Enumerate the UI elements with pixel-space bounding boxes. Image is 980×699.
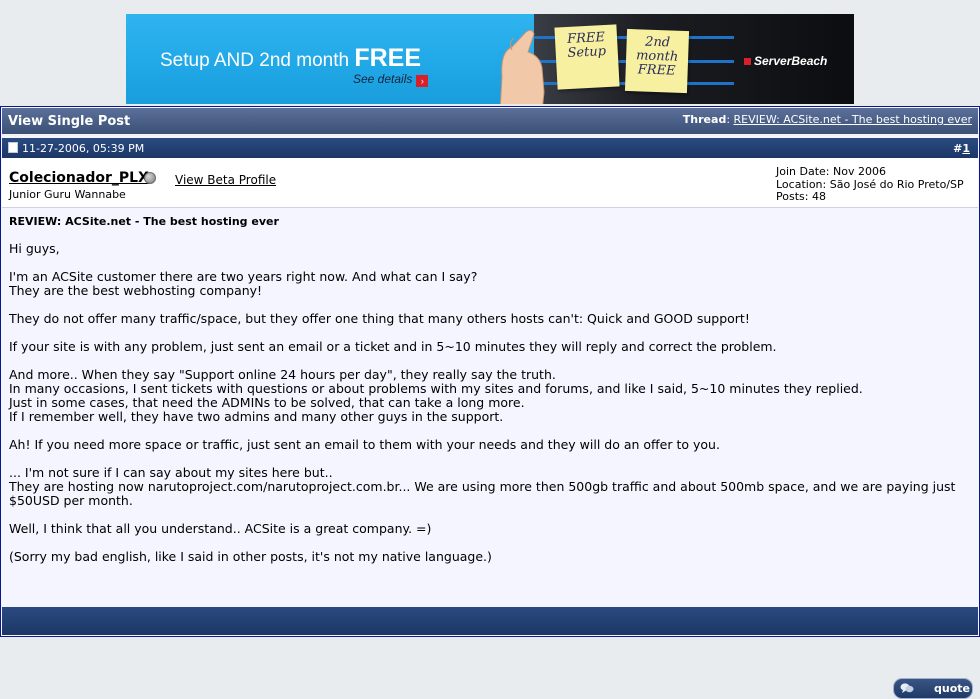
post-count: Posts: 48 bbox=[776, 190, 826, 203]
banner-free-text: FREE bbox=[354, 44, 422, 72]
serverbeach-mark-icon bbox=[744, 58, 751, 65]
quote-label: quote bbox=[934, 682, 970, 695]
user-meta: Join Date: Nov 2006 Location: São José d… bbox=[776, 165, 964, 204]
post-permalink[interactable]: 1 bbox=[962, 142, 970, 155]
post-icon bbox=[8, 142, 18, 153]
message-line: They are the best webhosting company! bbox=[9, 283, 263, 298]
banner-headline: Setup AND 2nd month FREE bbox=[160, 44, 422, 72]
message-paragraph: Hi guys, bbox=[9, 242, 973, 256]
single-post-table: View Single Post Thread: REVIEW: ACSite.… bbox=[0, 106, 980, 699]
message-paragraph: If your site is with any problem, just s… bbox=[9, 340, 973, 354]
message-line: If your site is with any problem, just s… bbox=[9, 339, 777, 354]
user-title: Junior Guru Wannabe bbox=[9, 188, 126, 201]
message-line: (Sorry my bad english, like I said in ot… bbox=[9, 549, 492, 564]
post-title: REVIEW: ACSite.net - The best hosting ev… bbox=[9, 215, 279, 228]
message-line: Just in some cases, that need the ADMINs… bbox=[9, 395, 525, 410]
post-date: 11-27-2006, 05:39 PM bbox=[8, 142, 144, 155]
message-line: They do not offer many traffic/space, bu… bbox=[9, 311, 750, 326]
message-line: I'm an ACSite customer there are two yea… bbox=[9, 269, 478, 284]
quote-button[interactable]: quote bbox=[893, 678, 973, 699]
message-line: Ah! If you need more space or traffic, j… bbox=[9, 437, 720, 452]
banner-see-details-link[interactable]: See details › bbox=[353, 72, 429, 87]
message-line: Hi guys, bbox=[9, 241, 60, 256]
post-date-bar: 11-27-2006, 05:39 PM #1 bbox=[2, 138, 978, 158]
sticky-note-free-setup: FREE Setup bbox=[554, 24, 620, 90]
hand-image bbox=[499, 29, 545, 104]
message-paragraph: (Sorry my bad english, like I said in ot… bbox=[9, 550, 973, 564]
message-line: And more.. When they say "Support online… bbox=[9, 367, 556, 382]
offline-status-icon bbox=[144, 172, 156, 184]
user-info: Colecionador_PLX Junior Guru Wannabe Vie… bbox=[2, 158, 978, 208]
message-line: They are hosting now narutoproject.com/n… bbox=[9, 479, 956, 494]
ad-banner[interactable]: Setup AND 2nd month FREE See details › FR… bbox=[126, 14, 854, 104]
message-paragraph: They do not offer many traffic/space, bu… bbox=[9, 312, 973, 326]
serverbeach-logo: ServerBeach bbox=[744, 54, 827, 68]
message-paragraph: Well, I think that all you understand.. … bbox=[9, 522, 973, 536]
message-paragraph: And more.. When they say "Support online… bbox=[9, 368, 973, 424]
message-line: $50USD per month. bbox=[9, 493, 133, 508]
view-profile-link[interactable]: View Beta Profile bbox=[175, 173, 276, 187]
message-paragraph: I'm an ACSite customer there are two yea… bbox=[9, 270, 973, 298]
post-message: Hi guys, I'm an ACSite customer there are… bbox=[9, 242, 973, 578]
message-paragraph: Ah! If you need more space or traffic, j… bbox=[9, 438, 973, 452]
post-number: #1 bbox=[953, 142, 970, 155]
username-link[interactable]: Colecionador_PLX bbox=[9, 170, 149, 186]
thread-breadcrumb: Thread: REVIEW: ACSite.net - The best ho… bbox=[682, 113, 972, 126]
thread-link[interactable]: REVIEW: ACSite.net - The best hosting ev… bbox=[734, 113, 972, 126]
arrow-right-icon: › bbox=[416, 75, 429, 87]
post-footer-bar bbox=[2, 607, 978, 635]
post-header-bar: View Single Post Thread: REVIEW: ACSite.… bbox=[2, 108, 978, 136]
sticky-note-2nd-month: 2nd month FREE bbox=[624, 28, 690, 94]
message-paragraph: ... I'm not sure if I can say about my s… bbox=[9, 466, 973, 508]
page-title: View Single Post bbox=[8, 114, 131, 129]
message-line: If I remember well, they have two admins… bbox=[9, 409, 504, 424]
thread-label: Thread bbox=[682, 113, 727, 126]
message-line: In many occasions, I sent tickets with q… bbox=[9, 381, 863, 396]
message-line: Well, I think that all you understand.. … bbox=[9, 521, 432, 536]
join-date: Join Date: Nov 2006 bbox=[776, 165, 886, 178]
quote-bubble-icon bbox=[900, 683, 914, 693]
post-body: REVIEW: ACSite.net - The best hosting ev… bbox=[2, 208, 978, 699]
message-line: ... I'm not sure if I can say about my s… bbox=[9, 465, 333, 480]
